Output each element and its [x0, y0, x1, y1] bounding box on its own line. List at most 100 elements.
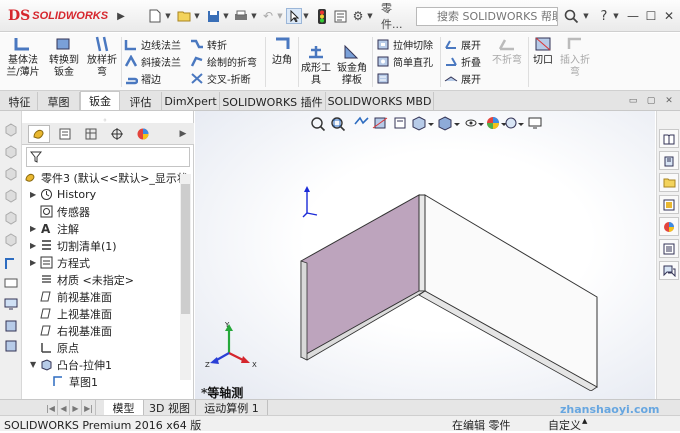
open-dropdown-icon[interactable]: ▼	[193, 8, 201, 24]
part-cube-icon[interactable]	[4, 145, 18, 159]
jog-button[interactable]: 转折	[190, 36, 227, 52]
part-cube-icon[interactable]	[4, 189, 18, 203]
gusset-button[interactable]: 钣金角 撑板	[334, 43, 370, 87]
feature-manager-tab-icon[interactable]	[28, 125, 50, 143]
open-folder-icon[interactable]	[175, 8, 193, 24]
tree-item-top-plane[interactable]: 上视基准面	[30, 305, 112, 322]
units-dropdown-icon[interactable]: ▲	[582, 417, 587, 425]
tree-item-equations[interactable]: ▶ 方程式	[30, 254, 90, 271]
property-manager-tab-icon[interactable]	[54, 125, 76, 143]
expand-arrow-icon[interactable]: ▶	[30, 258, 40, 267]
undo-icon[interactable]: ↶	[260, 8, 276, 24]
tab-dimxpert[interactable]: DimXpert	[162, 92, 220, 111]
zoom-to-fit-icon[interactable]	[311, 117, 326, 132]
view-settings-monitor-icon[interactable]	[528, 117, 542, 129]
save-dropdown-icon[interactable]: ▼	[222, 8, 230, 24]
dynamic-annotation-icon[interactable]	[394, 117, 406, 129]
hide-show-dropdown-icon[interactable]	[478, 123, 484, 126]
help-search-box[interactable]	[416, 7, 558, 26]
edit-appearance-icon[interactable]	[487, 117, 499, 129]
collapse-arrow-icon[interactable]: ▼	[30, 360, 40, 369]
apply-scene-icon[interactable]	[505, 117, 517, 129]
tree-scrollbar[interactable]	[180, 174, 191, 380]
monitor-icon[interactable]	[4, 297, 18, 311]
tab-sheet-metal[interactable]: 钣金	[80, 91, 120, 110]
new-dropdown-icon[interactable]: ▼	[164, 8, 172, 24]
undo-dropdown-icon[interactable]: ▼	[276, 8, 284, 24]
previous-view-icon[interactable]	[354, 116, 369, 125]
next-tab-arrow-icon[interactable]: ▶	[70, 400, 82, 416]
tab-evaluate[interactable]: 评估	[120, 92, 162, 111]
flatten-button[interactable]: 展开	[444, 70, 481, 86]
file-explorer-icon[interactable]	[659, 173, 679, 192]
tree-item-annotations[interactable]: ▶ A 注解	[30, 220, 79, 237]
select-dropdown-icon[interactable]: ▼	[302, 8, 310, 24]
component-icon[interactable]	[4, 339, 18, 353]
display-manager-tab-icon[interactable]	[132, 125, 154, 143]
tree-item-history[interactable]: ▶ History	[30, 186, 96, 203]
tree-item-sensors[interactable]: 传感器	[30, 203, 90, 220]
part-cube-icon[interactable]	[4, 123, 18, 137]
save-icon[interactable]	[204, 8, 222, 24]
sketched-bend-button[interactable]: 绘制的折弯	[190, 53, 257, 69]
part-cube-icon[interactable]	[4, 211, 18, 225]
graphics-viewport[interactable]: Y X Z *等轴测	[195, 111, 655, 400]
fold-button[interactable]: 折叠	[444, 53, 481, 69]
edge-flange-button[interactable]: 边线法兰	[124, 36, 181, 52]
expand-arrow-icon[interactable]: ▶	[30, 224, 40, 233]
tree-root-part[interactable]: 零件3 (默认<<默认>_显示状	[24, 169, 188, 186]
options-dropdown-icon[interactable]: ▼	[366, 8, 374, 24]
miter-flange-button[interactable]: 斜接法兰	[124, 53, 181, 69]
dimxpert-manager-tab-icon[interactable]	[106, 125, 128, 143]
tabs-close-icon[interactable]: ✕	[662, 93, 676, 109]
base-flange-button[interactable]: 基体法 兰/薄片	[3, 35, 43, 79]
solidworks-resources-icon[interactable]	[659, 129, 679, 148]
insert-bends-button[interactable]: 插入折 弯	[558, 35, 592, 79]
zoom-to-area-icon[interactable]	[331, 117, 346, 132]
expand-arrow-icon[interactable]: ▶	[30, 190, 40, 199]
expand-arrow-icon[interactable]: ▶	[30, 241, 40, 250]
maximize-icon[interactable]: ☐	[644, 8, 658, 24]
solidworks-forum-icon[interactable]	[659, 261, 679, 280]
help-button[interactable]: ?	[598, 8, 610, 24]
tab-solidworks-mbd[interactable]: SOLIDWORKS MBD	[326, 92, 434, 111]
rip-button[interactable]: 切口	[530, 35, 556, 67]
menu-expand-arrow-icon[interactable]: ▶	[116, 8, 126, 24]
convert-to-sheet-metal-button[interactable]: 转换到 钣金	[45, 35, 83, 79]
close-icon[interactable]: ✕	[662, 8, 676, 24]
section-view-icon[interactable]	[372, 117, 388, 129]
view-orientation-icon[interactable]	[412, 116, 426, 131]
tree-item-boss-extrude[interactable]: ▼ 凸台-拉伸1	[30, 356, 112, 373]
search-dropdown-icon[interactable]: ▼	[582, 8, 590, 24]
tree-item-sketch[interactable]: 草图1	[52, 373, 98, 390]
file-properties-icon[interactable]	[332, 8, 348, 24]
display-icon[interactable]	[4, 277, 18, 291]
tree-item-cut-list[interactable]: ▶ 切割清单(1)	[30, 237, 117, 254]
solidworks-logo[interactable]: DS SOLIDWORKS	[8, 6, 114, 26]
prev-tab-arrow-icon[interactable]: ◀	[58, 400, 70, 416]
scrollbar-thumb[interactable]	[181, 184, 190, 314]
part-cube-icon[interactable]	[4, 233, 18, 247]
unfold-button[interactable]: 展开	[444, 36, 481, 52]
tab-solidworks-addins[interactable]: SOLIDWORKS 插件	[220, 92, 326, 111]
display-style-icon[interactable]	[438, 116, 452, 131]
no-bends-button[interactable]: 不折弯	[490, 35, 524, 67]
panel-tabs-more-icon[interactable]: ▶	[172, 125, 194, 143]
view-palette-icon[interactable]	[659, 195, 679, 214]
forming-tool-button[interactable]: 成形工 具	[300, 43, 332, 87]
hem-button[interactable]: 褶边	[124, 70, 161, 86]
view-orientation-dropdown-icon[interactable]	[428, 123, 434, 126]
sheet-metal-part-model[interactable]	[295, 191, 605, 391]
lofted-bend-button[interactable]: 放样折 弯	[85, 35, 119, 79]
last-tab-arrow-icon[interactable]: ▶|	[82, 400, 96, 416]
cross-break-button[interactable]: 交叉-折断	[190, 70, 251, 86]
design-library-icon[interactable]	[659, 151, 679, 170]
rebuild-traffic-light-icon[interactable]	[314, 8, 330, 24]
sketch-icon[interactable]	[4, 257, 18, 271]
part-cube-icon[interactable]	[4, 167, 18, 181]
tree-item-front-plane[interactable]: 前视基准面	[30, 288, 112, 305]
select-pointer-icon[interactable]	[286, 8, 302, 24]
custom-properties-icon[interactable]	[659, 239, 679, 258]
help-search-input[interactable]	[417, 10, 557, 23]
tab-motion-study[interactable]: 运动算例 1	[196, 400, 268, 416]
